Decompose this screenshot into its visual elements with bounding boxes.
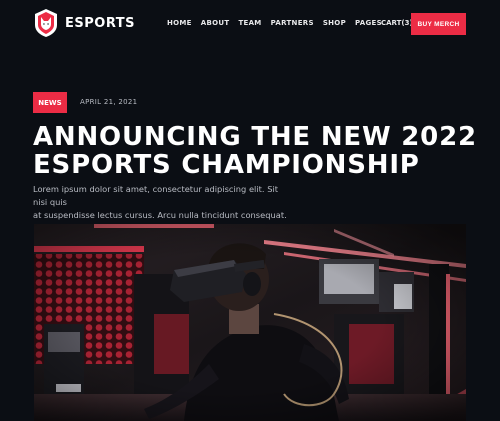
cart-link[interactable]: CART(3): [381, 19, 413, 27]
buy-merch-button[interactable]: BUY MERCH: [411, 13, 466, 35]
top-navigation: ESPORTS HOME ABOUT TEAM PARTNERS SHOP PA…: [0, 0, 500, 48]
nav-item-home[interactable]: HOME: [167, 19, 192, 27]
article-lead-line-1: Lorem ipsum dolor sit amet, consectetur …: [33, 184, 279, 207]
article-title: ANNOUNCING THE NEW 2022 ESPORTS CHAMPION…: [33, 122, 477, 180]
article-lead: Lorem ipsum dolor sit amet, consectetur …: [33, 183, 293, 222]
article-lead-line-2: at suspendisse lectus cursus. Arcu nulla…: [33, 210, 287, 220]
nav-item-shop[interactable]: SHOP: [323, 19, 346, 27]
nav-item-pages[interactable]: PAGES: [355, 19, 382, 27]
vr-gamer-photo: [34, 224, 466, 421]
brand-logo[interactable]: ESPORTS: [33, 8, 135, 38]
wolf-shield-logo-icon: [35, 9, 57, 37]
nav-item-about[interactable]: ABOUT: [201, 19, 230, 27]
brand-name: ESPORTS: [65, 15, 135, 31]
article-title-line-1: ANNOUNCING THE NEW 2022: [33, 122, 477, 152]
article-title-line-2: ESPORTS CHAMPIONSHIP: [33, 150, 420, 180]
hero-image: [34, 224, 466, 421]
post-date: APRIL 21, 2021: [80, 98, 138, 106]
category-badge[interactable]: NEWS: [33, 92, 67, 113]
nav-item-partners[interactable]: PARTNERS: [271, 19, 314, 27]
nav-item-team[interactable]: TEAM: [238, 19, 261, 27]
main-menu: HOME ABOUT TEAM PARTNERS SHOP PAGES: [167, 19, 382, 27]
